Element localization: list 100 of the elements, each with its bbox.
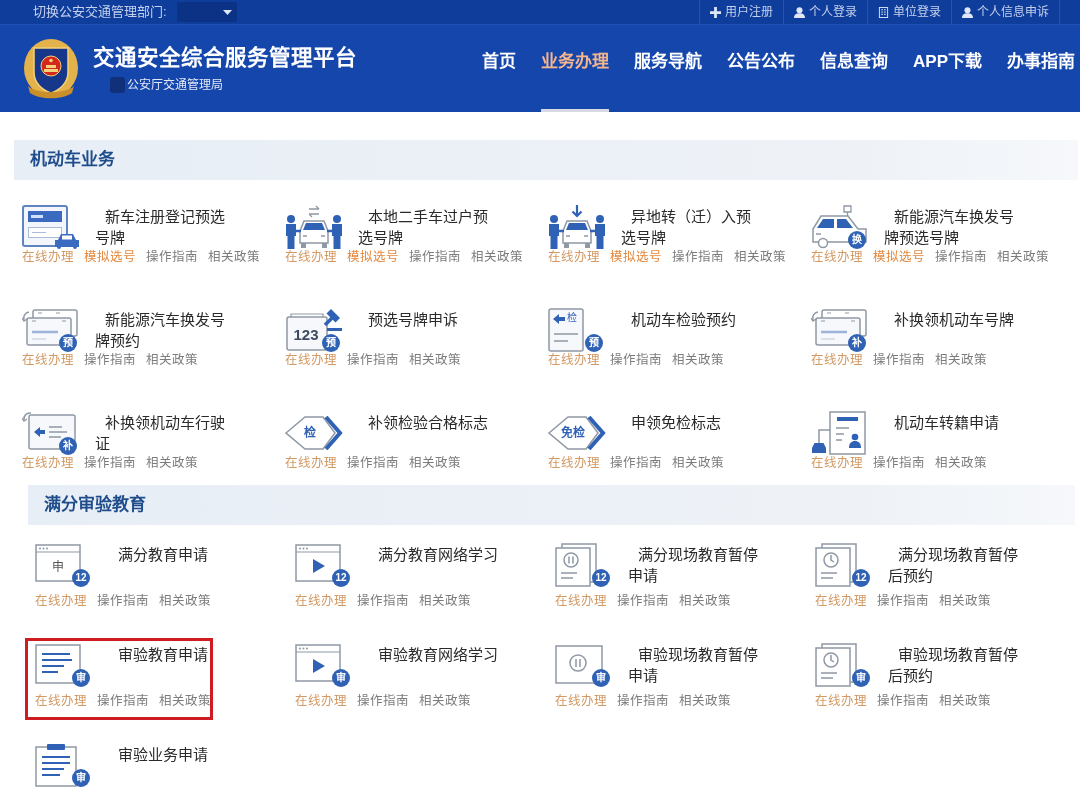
service-badge: 12 — [592, 569, 610, 587]
service-title[interactable]: 审验业务申请 — [108, 743, 240, 787]
online-service-link[interactable]: 在线办理 — [285, 455, 337, 471]
service-title[interactable]: 预选号牌申诉 — [358, 308, 490, 352]
policy-link[interactable]: 相关政策 — [208, 249, 260, 265]
guide-link[interactable]: 操作指南 — [873, 352, 925, 368]
service-title[interactable]: 满分教育申请 — [108, 543, 240, 587]
guide-link[interactable]: 操作指南 — [617, 693, 669, 709]
service-title[interactable]: 机动车检验预约 — [621, 308, 753, 352]
policy-link[interactable]: 相关政策 — [146, 352, 198, 368]
plate-simulation-link[interactable]: 模拟选号 — [610, 249, 662, 265]
guide-link[interactable]: 操作指南 — [610, 455, 662, 471]
service-title[interactable]: 审验教育申请 — [108, 643, 240, 687]
online-service-link[interactable]: 在线办理 — [815, 693, 867, 709]
policy-link[interactable]: 相关政策 — [409, 352, 461, 368]
policy-link[interactable]: 相关政策 — [159, 693, 211, 709]
policy-link[interactable]: 相关政策 — [679, 693, 731, 709]
nav-tab[interactable]: 业务办理 — [541, 25, 610, 112]
guide-link[interactable]: 操作指南 — [409, 249, 461, 265]
policy-link[interactable]: 相关政策 — [409, 455, 461, 471]
online-service-link[interactable]: 在线办理 — [22, 352, 74, 368]
guide-link[interactable]: 操作指南 — [617, 593, 669, 609]
guide-link[interactable]: 操作指南 — [877, 593, 929, 609]
guide-link[interactable]: 操作指南 — [357, 593, 409, 609]
guide-link[interactable]: 操作指南 — [84, 352, 136, 368]
online-service-link[interactable]: 在线办理 — [555, 693, 607, 709]
nav-tab[interactable]: 公告公布 — [727, 25, 796, 112]
service-title[interactable]: 满分教育网络学习 — [368, 543, 500, 587]
online-service-link[interactable]: 在线办理 — [22, 249, 74, 265]
service-title[interactable]: 补换领机动车行驶证 — [95, 411, 227, 455]
guide-link[interactable]: 操作指南 — [97, 593, 149, 609]
service-title[interactable]: 满分现场教育暂停后预约 — [888, 543, 1020, 587]
policy-link[interactable]: 相关政策 — [672, 352, 724, 368]
service-title[interactable]: 新能源汽车换发号牌预选号牌 — [884, 205, 1016, 249]
online-service-link[interactable]: 在线办理 — [548, 249, 600, 265]
online-service-link[interactable]: 在线办理 — [35, 693, 87, 709]
guide-link[interactable]: 操作指南 — [935, 249, 987, 265]
service-title[interactable]: 补领检验合格标志 — [358, 411, 490, 455]
nav-tab[interactable]: 服务导航 — [634, 25, 703, 112]
guide-link[interactable]: 操作指南 — [347, 352, 399, 368]
guide-link[interactable]: 操作指南 — [146, 249, 198, 265]
service-title[interactable]: 审验现场教育暂停后预约 — [888, 643, 1020, 687]
online-service-link[interactable]: 在线办理 — [548, 352, 600, 368]
nav-tab[interactable]: APP下载 — [913, 25, 982, 112]
policy-link[interactable]: 相关政策 — [997, 249, 1049, 265]
policy-link[interactable]: 相关政策 — [419, 693, 471, 709]
nav-tab[interactable]: 信息查询 — [820, 25, 889, 112]
service-title[interactable]: 新车注册登记预选号牌 — [95, 205, 227, 249]
policy-link[interactable]: 相关政策 — [672, 455, 724, 471]
policy-link[interactable]: 相关政策 — [939, 593, 991, 609]
policy-link[interactable]: 相关政策 — [734, 249, 786, 265]
policy-link[interactable]: 相关政策 — [935, 352, 987, 368]
policy-link[interactable]: 相关政策 — [471, 249, 523, 265]
online-service-link[interactable]: 在线办理 — [811, 249, 863, 265]
service-badge: 12 — [852, 569, 870, 587]
online-service-link[interactable]: 在线办理 — [811, 352, 863, 368]
online-service-link[interactable]: 在线办理 — [295, 693, 347, 709]
service-badge: 预 — [59, 334, 77, 352]
plate-simulation-link[interactable]: 模拟选号 — [347, 249, 399, 265]
policy-link[interactable]: 相关政策 — [159, 593, 211, 609]
plate-simulation-link[interactable]: 模拟选号 — [84, 249, 136, 265]
service-title[interactable]: 满分现场教育暂停申请 — [628, 543, 760, 587]
online-service-link[interactable]: 在线办理 — [285, 352, 337, 368]
guide-link[interactable]: 操作指南 — [610, 352, 662, 368]
service-badge: 预 — [585, 334, 603, 352]
online-service-link[interactable]: 在线办理 — [285, 249, 337, 265]
service-title[interactable]: 补换领机动车号牌 — [884, 308, 1016, 352]
online-service-link[interactable]: 在线办理 — [548, 455, 600, 471]
service-title[interactable]: 申领免检标志 — [621, 411, 753, 455]
guide-link[interactable]: 操作指南 — [357, 693, 409, 709]
service-title[interactable]: 新能源汽车换发号牌预约 — [95, 308, 227, 352]
service-badge: 审 — [852, 669, 870, 687]
policy-link[interactable]: 相关政策 — [939, 693, 991, 709]
plate-simulation-link[interactable]: 模拟选号 — [873, 249, 925, 265]
online-service-link[interactable]: 在线办理 — [811, 455, 863, 471]
department-dropdown[interactable] — [176, 2, 237, 22]
guide-link[interactable]: 操作指南 — [347, 455, 399, 471]
guide-link[interactable]: 操作指南 — [672, 249, 724, 265]
policy-link[interactable]: 相关政策 — [935, 455, 987, 471]
nav-tab[interactable]: 首页 — [482, 25, 517, 112]
clock-document-icon — [815, 543, 857, 587]
online-service-link[interactable]: 在线办理 — [22, 455, 74, 471]
online-service-link[interactable]: 在线办理 — [295, 593, 347, 609]
guide-link[interactable]: 操作指南 — [84, 455, 136, 471]
service-title[interactable]: 本地二手车过户预选号牌 — [358, 205, 490, 249]
service-title[interactable]: 审验教育网络学习 — [368, 643, 500, 687]
service-title[interactable]: 异地转（迁）入预选号牌 — [621, 205, 753, 249]
policy-link[interactable]: 相关政策 — [679, 593, 731, 609]
online-service-link[interactable]: 在线办理 — [35, 593, 87, 609]
online-service-link[interactable]: 在线办理 — [555, 593, 607, 609]
online-service-link[interactable]: 在线办理 — [815, 593, 867, 609]
policy-link[interactable]: 相关政策 — [146, 455, 198, 471]
nav-tab[interactable]: 办事指南 — [1007, 25, 1075, 112]
service-title[interactable]: 机动车转籍申请 — [884, 411, 1016, 455]
guide-link[interactable]: 操作指南 — [97, 693, 149, 709]
service-title[interactable]: 审验现场教育暂停申请 — [628, 643, 760, 687]
guide-link[interactable]: 操作指南 — [877, 693, 929, 709]
policy-link[interactable]: 相关政策 — [419, 593, 471, 609]
guide-link[interactable]: 操作指南 — [873, 455, 925, 471]
clock-document-icon — [815, 643, 857, 687]
